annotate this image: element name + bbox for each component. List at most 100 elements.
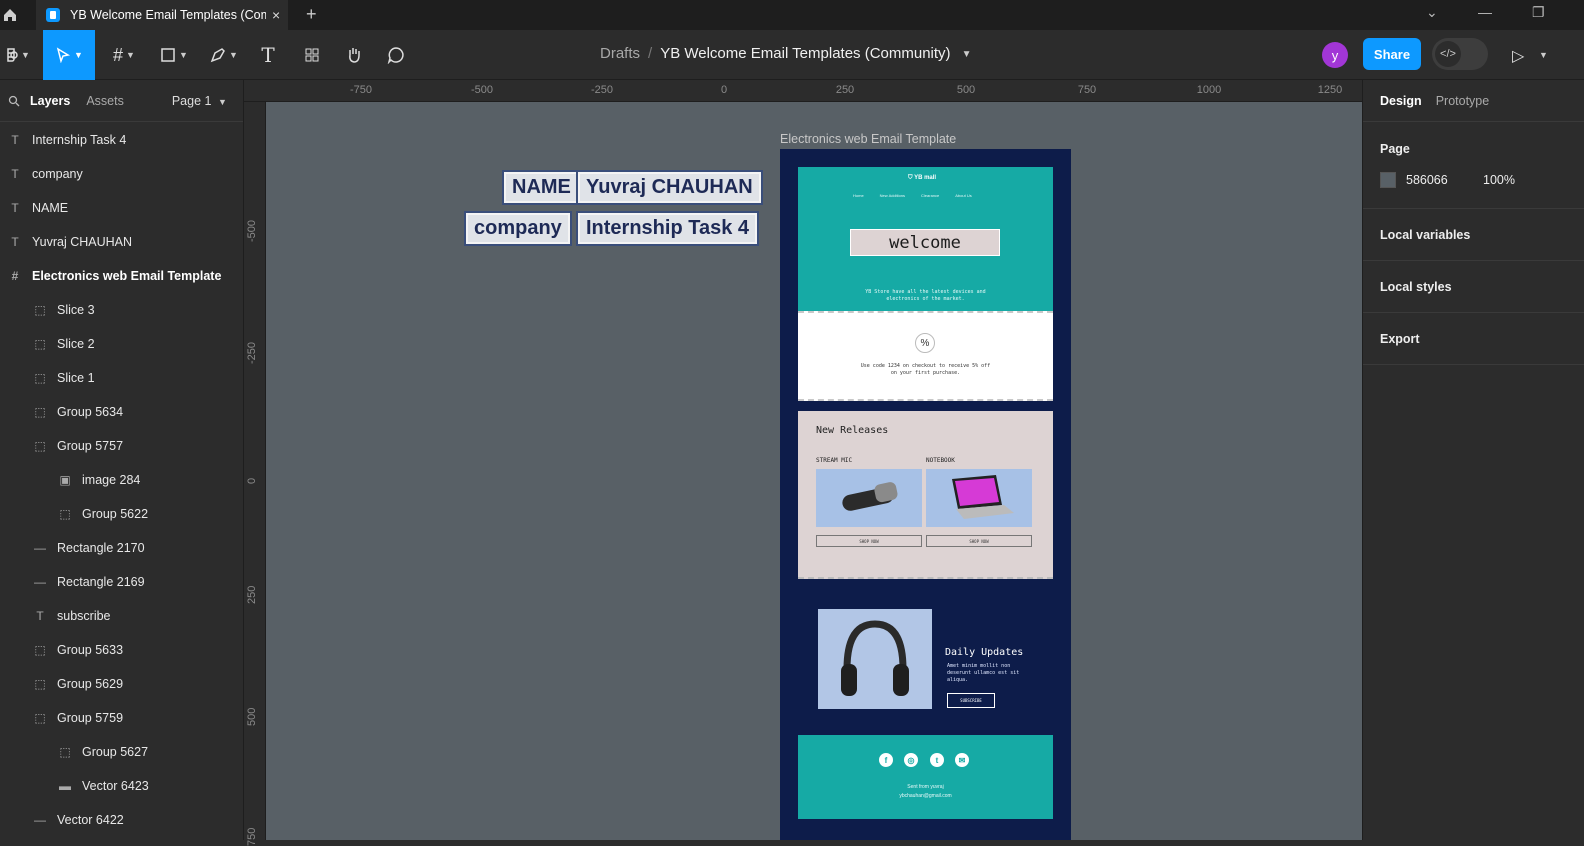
layer-label: Group 5627 <box>82 745 149 759</box>
layer-row[interactable]: # Electronics web Email Template <box>0 259 244 293</box>
breadcrumb-file-name[interactable]: YB Welcome Email Templates (Community) <box>660 45 950 62</box>
text-icon: T <box>11 167 19 181</box>
layer-row[interactable]: T NAME <box>0 191 244 225</box>
layer-row[interactable]: ▬ Vector 6423 <box>0 769 244 803</box>
horizontal-ruler: -750 -500 -250 0 250 500 750 1000 1250 <box>244 80 1362 102</box>
instagram-icon[interactable]: ◎ <box>904 753 918 767</box>
twitter-icon[interactable]: t <box>930 753 944 767</box>
company-sticker[interactable]: company <box>466 213 570 244</box>
layer-row[interactable]: ⬚ Group 5627 <box>0 735 244 769</box>
page-background-row[interactable]: 586066 100% <box>1380 172 1584 188</box>
text-icon: T <box>11 201 19 215</box>
line-icon: — <box>34 813 46 827</box>
main-menu-button[interactable]: ▼ <box>0 30 36 80</box>
mail-icon[interactable]: ✉ <box>955 753 969 767</box>
export-section[interactable]: Export <box>1363 313 1584 365</box>
person-sticker[interactable]: Yuvraj CHAUHAN <box>578 172 761 203</box>
layer-row[interactable]: Tsubscribe <box>0 599 244 633</box>
vector-icon: ▬ <box>59 779 71 793</box>
layer-label: subscribe <box>57 609 111 623</box>
canvas[interactable]: NAME Yuvraj CHAUHAN company Internship T… <box>266 102 1362 840</box>
footer-line: Sent from yuvraj <box>907 784 944 790</box>
layer-row[interactable]: T Yuvraj CHAUHAN <box>0 225 244 259</box>
layer-label: Slice 1 <box>57 371 95 385</box>
hand-tool-button[interactable] <box>340 30 368 80</box>
layer-row[interactable]: — Rectangle 2169 <box>0 565 244 599</box>
email-template-frame[interactable]: ⛉ YB mall Home New Additions Clearance A… <box>780 149 1071 840</box>
layer-row[interactable]: ⬚ Slice 3 <box>0 293 244 327</box>
local-styles-section[interactable]: Local styles <box>1363 261 1584 313</box>
tab-layers[interactable]: Layers <box>30 94 70 108</box>
restore-icon[interactable]: ❐ <box>1532 4 1545 21</box>
present-icon[interactable]: ▷ <box>1512 46 1524 66</box>
layer-row[interactable]: ⬚ Group 5622 <box>0 497 244 531</box>
shape-tool-button[interactable]: ▼ <box>154 30 194 80</box>
layer-row[interactable]: ▣ image 284 <box>0 463 244 497</box>
tab-design[interactable]: Design <box>1380 94 1422 108</box>
chevron-down-icon[interactable]: ▼ <box>962 49 972 62</box>
layer-row[interactable]: Tcompany <box>0 157 244 191</box>
layer-row[interactable]: ⬚ Slice 1 <box>0 361 244 395</box>
share-button[interactable]: Share <box>1363 38 1421 70</box>
tab-assets[interactable]: Assets <box>86 94 124 108</box>
daily-updates-title: Daily Updates <box>945 647 1024 658</box>
ruler-y-tick: 0 <box>246 477 258 484</box>
layer-row[interactable]: ⬚ Group 5629 <box>0 667 244 701</box>
close-tab-icon[interactable]: × <box>272 7 280 23</box>
breadcrumb-separator: / <box>648 45 653 62</box>
local-variables-section[interactable]: Local variables <box>1363 209 1584 261</box>
breadcrumb-drafts[interactable]: Drafts <box>600 45 640 62</box>
move-tool-button[interactable]: ▼ <box>43 30 95 80</box>
tabs-dropdown-icon[interactable]: ⌄ <box>1426 4 1438 21</box>
layer-row[interactable]: T Internship Task 4 <box>0 123 244 157</box>
layer-row[interactable]: ⬚ Group 5759 <box>0 701 244 735</box>
email-nav-item: New Additions <box>879 193 906 198</box>
shop-now-mic-button[interactable]: SHOP NOW <box>816 535 922 547</box>
page-opacity-value[interactable]: 100% <box>1483 173 1515 187</box>
layer-row[interactable]: ⬚ Group 5633 <box>0 633 244 667</box>
tab-prototype[interactable]: Prototype <box>1436 94 1490 108</box>
file-tab[interactable]: YB Welcome Email Templates (Community) × <box>36 0 288 30</box>
layer-label: Group 5629 <box>57 677 124 691</box>
avatar[interactable]: y <box>1322 42 1348 68</box>
group-icon: ⬚ <box>59 507 71 521</box>
layer-label: Group 5633 <box>57 643 124 657</box>
search-icon[interactable] <box>8 95 20 107</box>
task-sticker[interactable]: Internship Task 4 <box>578 213 758 244</box>
ruler-x-tick: -750 <box>349 84 373 96</box>
home-icon[interactable] <box>0 0 20 30</box>
dev-mode-toggle[interactable]: </> <box>1432 38 1488 70</box>
present-dropdown-icon[interactable]: ▼ <box>1539 50 1548 60</box>
text-tool-button[interactable]: T <box>254 30 282 80</box>
page-color-value[interactable]: 586066 <box>1406 173 1483 187</box>
page-color-swatch[interactable] <box>1380 172 1396 188</box>
ruler-y-tick: 250 <box>246 585 258 604</box>
subscribe-button[interactable]: SUBSCRIBE <box>947 693 995 708</box>
product-label-mic: STREAM MIC <box>816 457 853 464</box>
pen-tool-button[interactable]: ▼ <box>204 30 244 80</box>
page-selector[interactable]: Page 1 ▼ <box>172 94 227 108</box>
toolbar: ▼ ▼ # ▼ ▼ ▼ T Drafts / YB Welcome Email T… <box>0 30 1584 80</box>
frame-icon: # <box>11 269 19 283</box>
name-sticker[interactable]: NAME <box>504 172 579 203</box>
resources-button[interactable] <box>298 30 326 80</box>
frame-tool-button[interactable]: # ▼ <box>104 30 144 80</box>
layer-row[interactable]: — Vector 6422 <box>0 803 244 837</box>
layer-row[interactable]: ⬚ Group 5634 <box>0 395 244 429</box>
layer-row[interactable]: ⬚ Slice 2 <box>0 327 244 361</box>
frame-label[interactable]: Electronics web Email Template <box>780 132 956 146</box>
page-section: Page 586066 100% <box>1363 122 1584 209</box>
layer-row[interactable]: ⬚ Group 5757 <box>0 429 244 463</box>
percent-icon: % <box>915 333 935 353</box>
welcome-heading: welcome <box>850 229 1000 256</box>
layer-label: Vector 6422 <box>57 813 124 827</box>
shop-now-notebook-button[interactable]: SHOP NOW <box>926 535 1032 547</box>
minimize-icon[interactable]: — <box>1478 4 1492 20</box>
facebook-icon[interactable]: f <box>879 753 893 767</box>
group-icon: ⬚ <box>34 643 46 657</box>
headphones-image <box>818 609 932 709</box>
comment-tool-button[interactable] <box>382 30 410 80</box>
new-tab-icon[interactable]: + <box>306 4 317 25</box>
layer-row[interactable]: — Rectangle 2170 <box>0 531 244 565</box>
email-footer: f ◎ t ✉ Sent from yuvraj ybchauhan@gmail… <box>798 735 1053 819</box>
